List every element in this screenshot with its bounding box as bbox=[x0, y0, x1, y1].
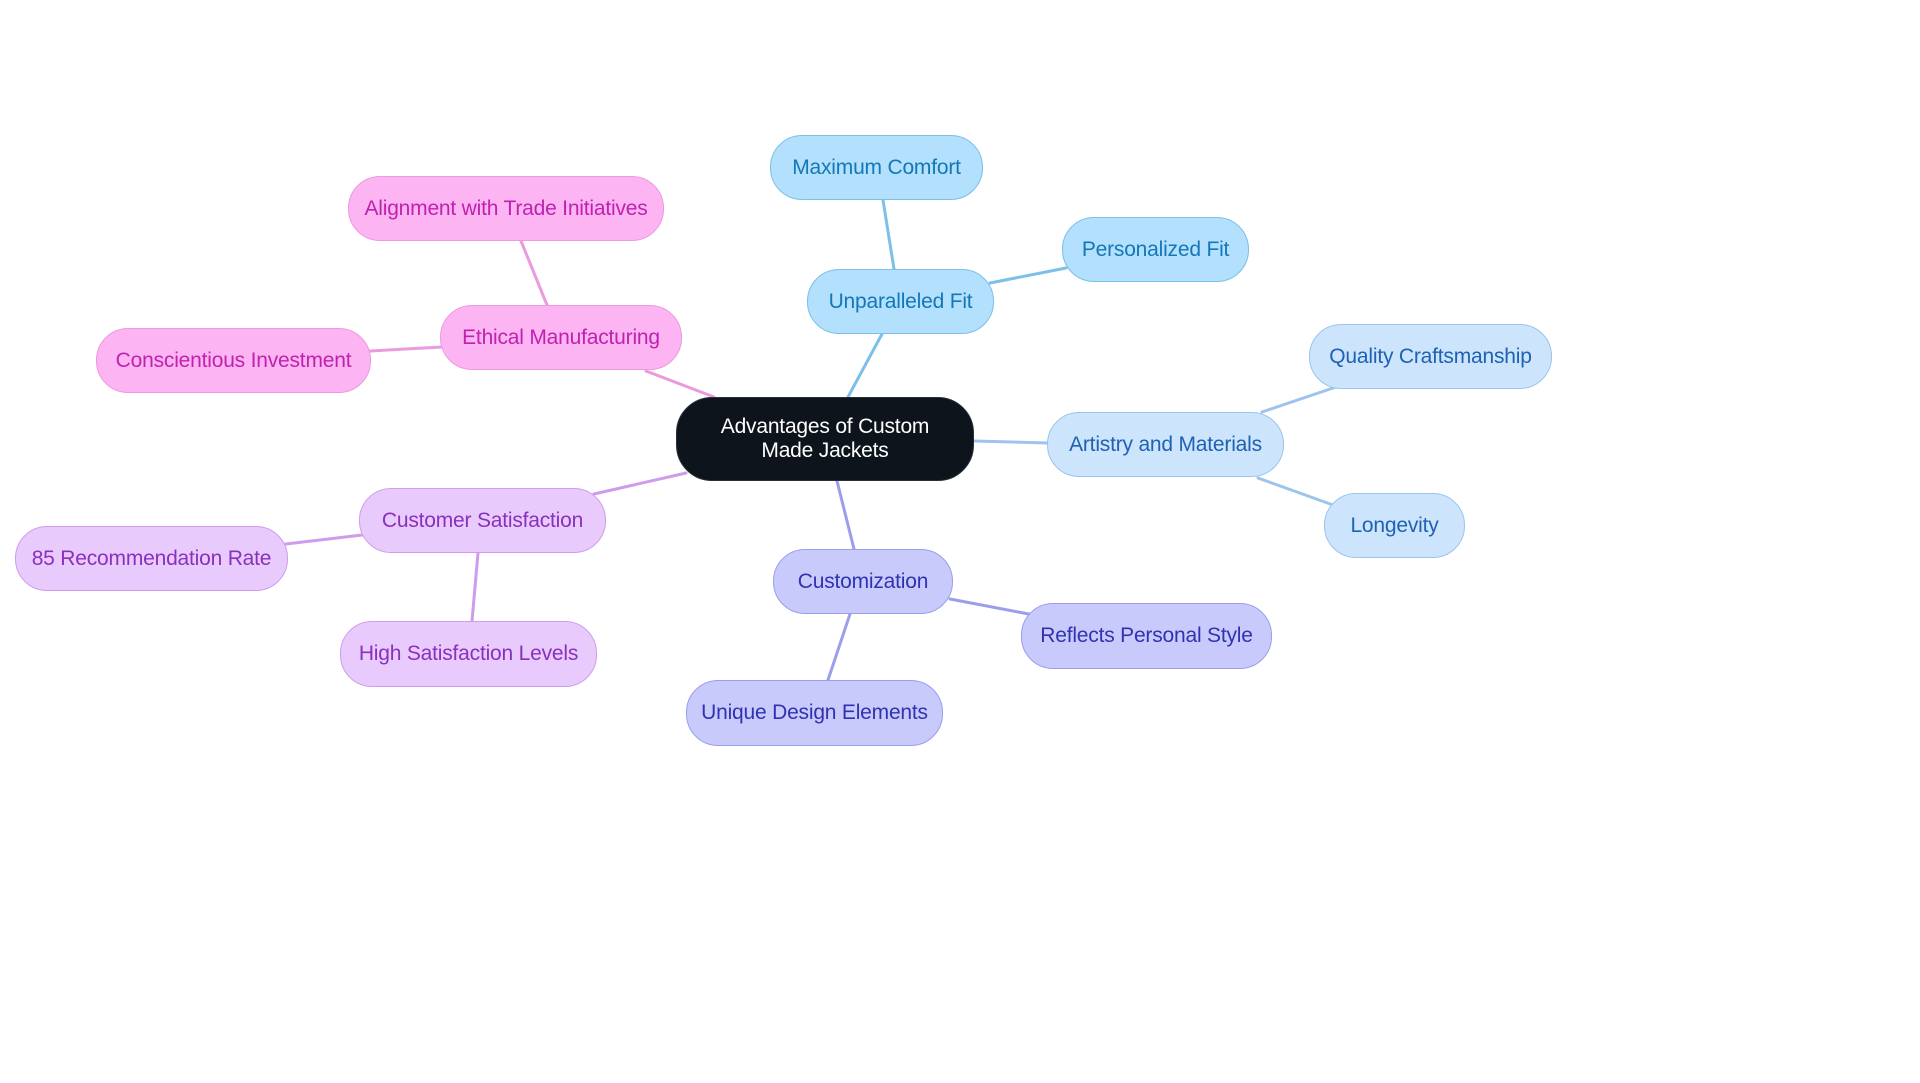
edge-fit-to-personalized bbox=[988, 266, 1068, 285]
edge-root-to-custom bbox=[835, 479, 856, 551]
branch-node-customer-satisfaction[interactable]: Customer Satisfaction bbox=[359, 488, 606, 553]
node-label: Personalized Fit bbox=[1081, 237, 1230, 261]
leaf-node-unique-design-elements[interactable]: Unique Design Elements bbox=[686, 680, 943, 746]
branch-node-ethical-manufacturing[interactable]: Ethical Manufacturing bbox=[440, 305, 682, 370]
node-label: Customization bbox=[797, 569, 929, 593]
leaf-node-high-satisfaction-levels[interactable]: High Satisfaction Levels bbox=[340, 621, 597, 687]
leaf-node-85-recommendation-rate[interactable]: 85 Recommendation Rate bbox=[15, 526, 288, 591]
edge-custom-to-unique bbox=[826, 612, 852, 682]
branch-node-unparalleled-fit[interactable]: Unparalleled Fit bbox=[807, 269, 994, 334]
branch-node-artistry-and-materials[interactable]: Artistry and Materials bbox=[1047, 412, 1284, 477]
edge-artistry-to-longevity bbox=[1256, 476, 1335, 507]
edge-ethical-to-trade bbox=[519, 239, 549, 307]
edge-custom-to-style bbox=[948, 597, 1036, 617]
edge-root-to-ethical bbox=[644, 369, 716, 399]
edge-root-to-artistry bbox=[972, 439, 1049, 445]
node-label: Longevity bbox=[1350, 513, 1439, 537]
node-label: Unique Design Elements bbox=[701, 701, 928, 724]
leaf-node-longevity[interactable]: Longevity bbox=[1324, 493, 1465, 558]
edge-satisfaction-to-high bbox=[470, 551, 480, 623]
node-label: 85 Recommendation Rate bbox=[31, 546, 272, 570]
edge-satisfaction-to-rec bbox=[284, 533, 364, 546]
root-node-label: Advantages of Custom Made Jackets bbox=[720, 415, 930, 462]
edge-root-to-fit bbox=[846, 332, 884, 399]
node-label: Reflects Personal Style bbox=[1040, 624, 1253, 647]
node-label: Maximum Comfort bbox=[792, 155, 961, 179]
leaf-node-maximum-comfort[interactable]: Maximum Comfort bbox=[770, 135, 983, 200]
leaf-node-reflects-personal-style[interactable]: Reflects Personal Style bbox=[1021, 603, 1272, 669]
branch-node-customization[interactable]: Customization bbox=[773, 549, 953, 614]
root-node[interactable]: Advantages of Custom Made Jackets bbox=[676, 397, 974, 481]
leaf-node-quality-craftsmanship[interactable]: Quality Craftsmanship bbox=[1309, 324, 1552, 389]
edge-root-to-satisfaction bbox=[592, 471, 688, 496]
node-label: Artistry and Materials bbox=[1069, 432, 1262, 456]
edge-fit-to-comfort bbox=[881, 198, 896, 271]
edge-artistry-to-craft bbox=[1260, 385, 1338, 414]
node-label: Unparalleled Fit bbox=[828, 289, 973, 313]
node-label: Quality Craftsmanship bbox=[1329, 344, 1532, 368]
node-label: Alignment with Trade Initiatives bbox=[364, 196, 648, 220]
node-label: Conscientious Investment bbox=[115, 348, 352, 372]
node-label: Customer Satisfaction bbox=[381, 508, 584, 532]
node-label: High Satisfaction Levels bbox=[358, 642, 579, 665]
leaf-node-alignment-with-trade-initiatives[interactable]: Alignment with Trade Initiatives bbox=[348, 176, 664, 241]
edge-ethical-to-invest bbox=[368, 345, 444, 353]
leaf-node-personalized-fit[interactable]: Personalized Fit bbox=[1062, 217, 1249, 282]
node-label: Ethical Manufacturing bbox=[462, 325, 660, 349]
leaf-node-conscientious-investment[interactable]: Conscientious Investment bbox=[96, 328, 371, 393]
